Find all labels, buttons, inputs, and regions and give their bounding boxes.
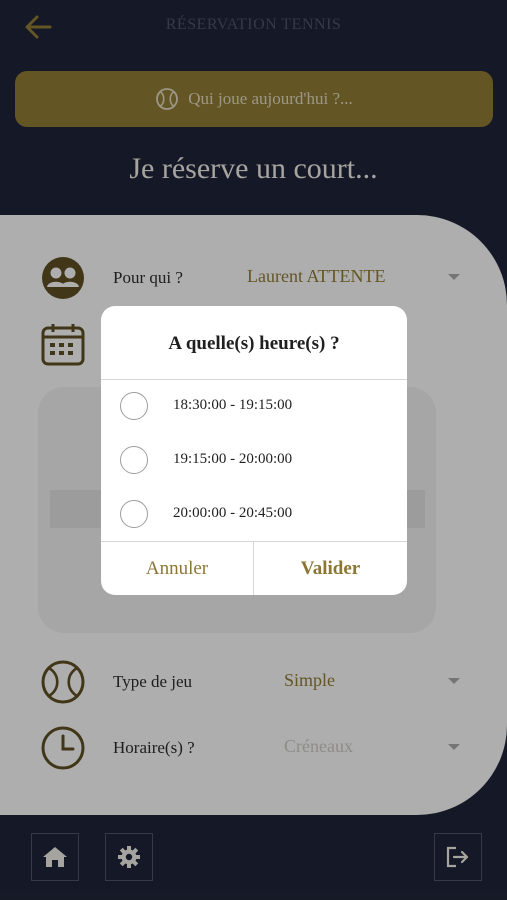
- cancel-button[interactable]: Annuler: [101, 542, 253, 595]
- dialog-title: A quelle(s) heure(s) ?: [168, 333, 340, 354]
- time-slot-label: 18:30:00 - 19:15:00: [173, 397, 293, 413]
- radio-button[interactable]: [120, 500, 148, 528]
- time-slot-label: 19:15:00 - 20:00:00: [173, 451, 293, 467]
- radio-button[interactable]: [120, 446, 148, 474]
- time-slot-option[interactable]: 19:15:00 - 20:00:00: [101, 434, 407, 488]
- time-slot-label: 20:00:00 - 20:45:00: [173, 505, 293, 521]
- time-slot-option[interactable]: 18:30:00 - 19:15:00: [101, 380, 407, 434]
- confirm-button[interactable]: Valider: [254, 542, 407, 595]
- radio-button[interactable]: [120, 392, 148, 420]
- time-slot-option[interactable]: 20:00:00 - 20:45:00: [101, 488, 407, 542]
- time-slot-dialog: A quelle(s) heure(s) ? 18:30:00 - 19:15:…: [101, 306, 407, 595]
